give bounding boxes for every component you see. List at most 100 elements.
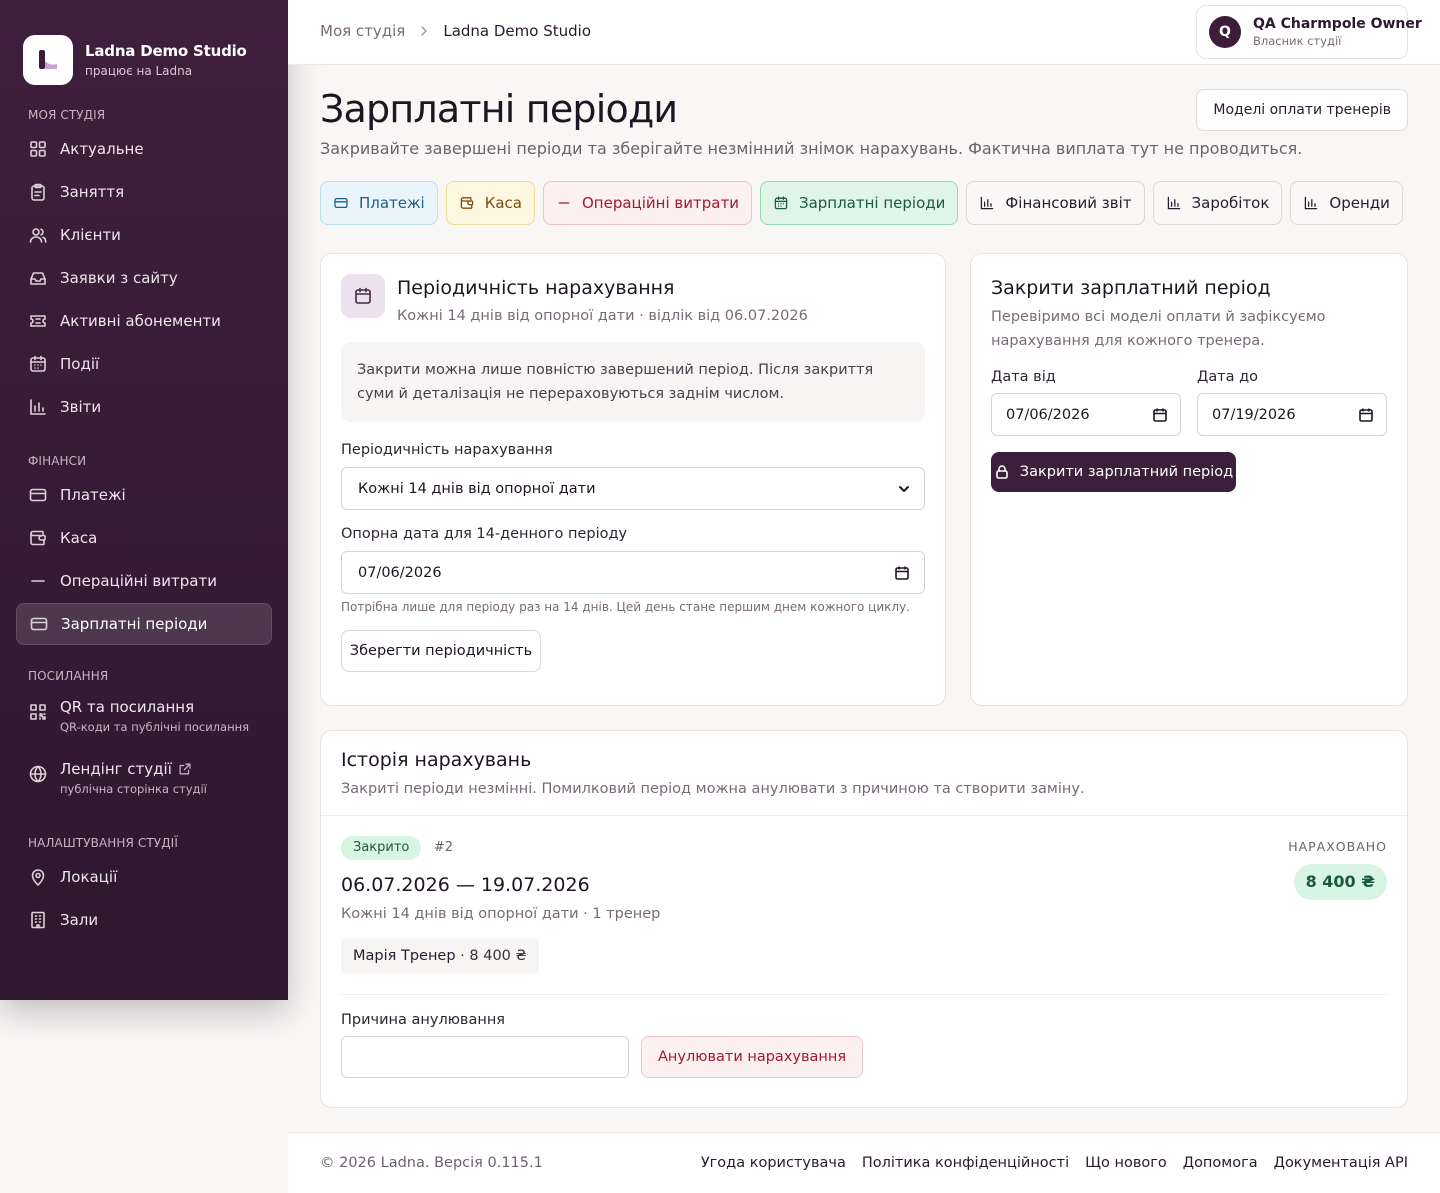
- sidebar-section-finance: ФІНАНСИ: [28, 454, 87, 468]
- map-pin-icon: [28, 867, 48, 887]
- footer-link-help[interactable]: Допомога: [1183, 1155, 1258, 1171]
- tab-payroll-periods[interactable]: Зарплатні періоди: [759, 181, 959, 225]
- date-from-label: Дата від: [991, 369, 1056, 385]
- footer: © 2026 Ladna. Версія 0.115.1 Угода корис…: [288, 1132, 1440, 1193]
- sidebar-item-label: Заняття: [60, 183, 125, 201]
- date-from-input[interactable]: 07/06/2026: [991, 393, 1181, 436]
- breadcrumb-my-studio[interactable]: Моя студія: [320, 22, 405, 40]
- sidebar-item-label: Клієнти: [60, 226, 121, 244]
- accrued-total: НАРАХОВАНО 8 400 ₴: [1288, 839, 1387, 900]
- date-to-label: Дата до: [1197, 369, 1259, 385]
- sidebar-item-label: Заявки з сайту: [60, 269, 178, 287]
- user-role: Власник студії: [1253, 34, 1342, 48]
- tab-label: Заробіток: [1191, 194, 1270, 212]
- cancel-reason-input[interactable]: [341, 1036, 629, 1078]
- sidebar-section-studio-settings: НАЛАШТУВАННЯ СТУДІЇ: [28, 836, 178, 850]
- card-icon: [29, 614, 49, 634]
- sidebar-item-halls[interactable]: Зали: [16, 899, 272, 941]
- tab-label: Каса: [484, 194, 522, 212]
- tab-label: Оренди: [1329, 194, 1390, 212]
- close-period-card: Закрити зарплатний період Перевіримо всі…: [970, 253, 1408, 706]
- tab-payments[interactable]: Платежі: [320, 181, 438, 225]
- tab-financial-report[interactable]: Фінансовий звіт: [966, 181, 1145, 225]
- sidebar-item-site-requests[interactable]: Заявки з сайту: [16, 257, 272, 299]
- sidebar-item-cashbox[interactable]: Каса: [16, 517, 272, 559]
- sidebar-item-label: Каса: [60, 529, 98, 547]
- card-icon: [28, 485, 48, 505]
- footer-link-privacy-policy[interactable]: Політика конфіденційності: [862, 1155, 1069, 1171]
- tab-label: Фінансовий звіт: [1005, 194, 1132, 212]
- periodicity-card: Періодичність нарахування Кожні 14 днів …: [320, 253, 946, 706]
- sidebar-item-active-subscriptions[interactable]: Активні абонементи: [16, 300, 272, 342]
- status-badge: Закрито: [341, 836, 422, 860]
- date-from-value: 07/06/2026: [1006, 406, 1090, 423]
- tab-operating-expenses[interactable]: Операційні витрати: [543, 181, 752, 225]
- ticket-icon: [28, 311, 48, 331]
- lock-icon: [994, 464, 1010, 480]
- cancel-accrual-button[interactable]: Анулювати нарахування: [641, 1036, 864, 1078]
- calendar-picker-icon[interactable]: [894, 565, 910, 581]
- minus-icon: [556, 195, 572, 211]
- sidebar-item-reports[interactable]: Звіти: [16, 386, 272, 428]
- save-periodicity-button[interactable]: Зберегти періодичність: [341, 630, 541, 672]
- sidebar-item-label: Звіти: [60, 398, 102, 416]
- sidebar: Ladna Demo Studio працює на Ladna МОЯ СТ…: [0, 0, 288, 1000]
- studio-powered-by: працює на Ladna: [85, 63, 193, 78]
- calendar-icon: [28, 354, 48, 374]
- sidebar-item-qr-links[interactable]: QR та посилання QR-коди та публічні поси…: [0, 692, 288, 752]
- footer-link-whats-new[interactable]: Що нового: [1085, 1155, 1167, 1171]
- sidebar-item-label: Локації: [60, 868, 118, 886]
- user-menu[interactable]: Q QA Charmpole Owner Власник студії: [1196, 5, 1422, 59]
- sidebar-section-my-studio: МОЯ СТУДІЯ: [28, 108, 106, 122]
- sidebar-item-current[interactable]: Актуальне: [16, 128, 272, 170]
- footer-links: Угода користувача Політика конфіденційно…: [701, 1155, 1408, 1171]
- studio-name: Ladna Demo Studio: [85, 41, 247, 60]
- top-bar: Моя студія Ladna Demo Studio Q QA Charmp…: [288, 0, 1440, 65]
- history-subtitle: Закриті періоди незмінні. Помилковий пер…: [341, 781, 1085, 797]
- tab-rentals[interactable]: Оренди: [1290, 181, 1403, 225]
- sidebar-item-studio-landing[interactable]: Лендінг студії публічна сторінка студії: [0, 754, 288, 814]
- sidebar-section-links: ПОСИЛАННЯ: [28, 669, 109, 683]
- avatar: Q: [1209, 16, 1241, 48]
- sidebar-item-payments[interactable]: Платежі: [16, 474, 272, 516]
- date-to-input[interactable]: 07/19/2026: [1197, 393, 1387, 436]
- globe-icon: [28, 764, 48, 784]
- sidebar-item-locations[interactable]: Локації: [16, 856, 272, 898]
- sidebar-item-operating-expenses[interactable]: Операційні витрати: [16, 560, 272, 602]
- accrued-value: 8 400 ₴: [1293, 864, 1387, 900]
- sidebar-item-sub: QR-коди та публічні посилання: [60, 720, 250, 734]
- sidebar-item-payroll-periods[interactable]: Зарплатні періоди: [16, 603, 272, 645]
- trainer-amount: · 8 400 ₴: [455, 948, 527, 964]
- sidebar-item-events[interactable]: Події: [16, 343, 272, 385]
- cancel-reason-label: Причина анулювання: [341, 1012, 506, 1028]
- bar-chart-icon: [1303, 195, 1319, 211]
- studio-brand[interactable]: Ladna Demo Studio працює на Ladna: [0, 0, 288, 96]
- sidebar-item-label: Активні абонементи: [60, 312, 221, 330]
- tab-cashbox[interactable]: Каса: [445, 181, 535, 225]
- accrual-history-card: Історія нарахувань Закриті періоди незмі…: [320, 730, 1408, 1108]
- footer-link-user-agreement[interactable]: Угода користувача: [701, 1155, 846, 1171]
- anchor-date-value: 07/06/2026: [358, 564, 442, 581]
- clipboard-icon: [28, 182, 48, 202]
- footer-link-api-docs[interactable]: Документація API: [1274, 1155, 1408, 1171]
- calendar-picker-icon[interactable]: [1358, 407, 1374, 423]
- bar-chart-icon: [1166, 195, 1182, 211]
- anchor-date-input[interactable]: 07/06/2026: [341, 551, 925, 594]
- breadcrumb-current-studio: Ladna Demo Studio: [443, 22, 591, 40]
- periodicity-select[interactable]: Кожні 14 днів від опорної дати: [341, 467, 925, 510]
- anchor-date-hint: Потрібна лише для періоду раз на 14 днів…: [341, 600, 910, 614]
- tab-earnings[interactable]: Заробіток: [1152, 181, 1283, 225]
- calendar-picker-icon[interactable]: [1152, 407, 1168, 423]
- history-title: Історія нарахувань: [341, 749, 532, 771]
- sidebar-item-label: Платежі: [60, 486, 126, 504]
- sidebar-item-clients[interactable]: Клієнти: [16, 214, 272, 256]
- trainer-pay-models-button[interactable]: Моделі оплати тренерів: [1196, 89, 1408, 131]
- period-number: #2: [433, 840, 454, 855]
- user-name: QA Charmpole Owner: [1253, 16, 1422, 32]
- close-payroll-period-label: Закрити зарплатний період: [1019, 464, 1234, 480]
- periodicity-select-label: Періодичність нарахування: [341, 442, 553, 458]
- trainer-name: Марія Тренер: [353, 948, 456, 964]
- close-payroll-period-button[interactable]: Закрити зарплатний період: [991, 452, 1236, 492]
- sidebar-item-classes[interactable]: Заняття: [16, 171, 272, 213]
- users-icon: [28, 225, 48, 245]
